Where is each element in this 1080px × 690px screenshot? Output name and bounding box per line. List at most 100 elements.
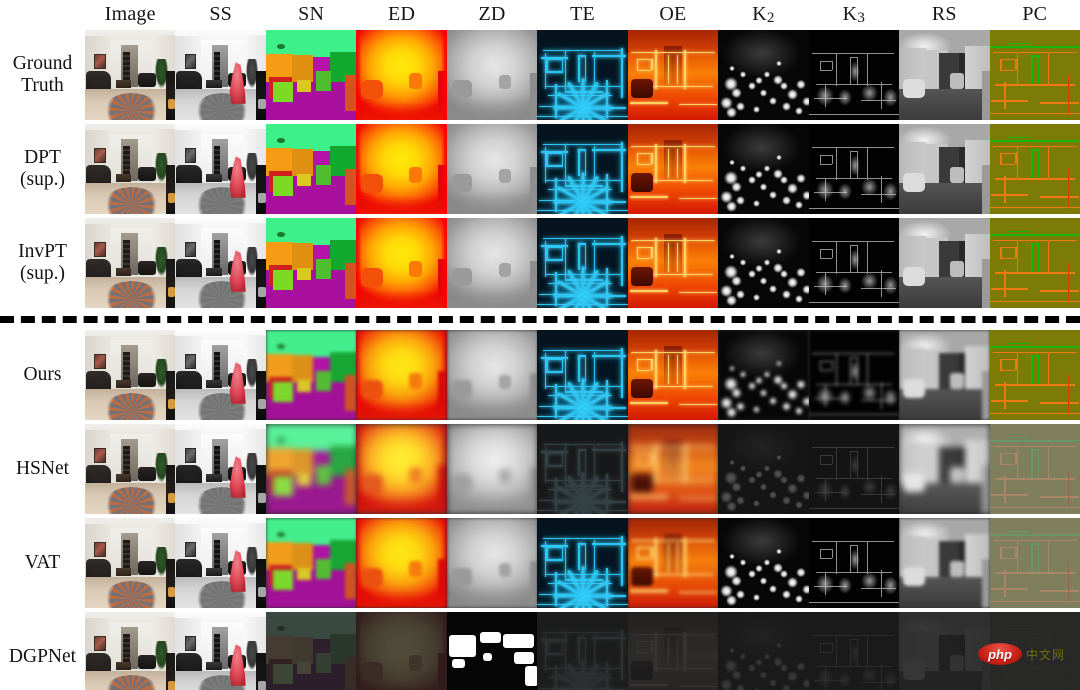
cell-invpt-pc [989, 218, 1080, 308]
cell-hsnet-sn [265, 424, 357, 514]
cell-invpt-ed [356, 218, 448, 308]
row-label-line: DGPNet [8, 646, 77, 667]
cell-hsnet-image [85, 424, 176, 514]
cell-hsnet-oe [627, 424, 719, 514]
cell-invpt-k3 [808, 218, 900, 308]
cell-invpt-k2 [718, 218, 810, 308]
column-header-label: SN [298, 3, 325, 25]
column-header-ss: SS [175, 1, 265, 27]
cell-ours-zd [446, 330, 538, 420]
cell-hsnet-rs [899, 424, 991, 514]
cell-dgpnet-sn [265, 612, 357, 690]
cell-dpt-sn [265, 124, 357, 214]
cell-ours-te [537, 330, 629, 420]
cell-ours-ss [175, 330, 267, 420]
cell-ours-ed [356, 330, 448, 420]
cell-hsnet-k2 [718, 424, 810, 514]
column-header-label: ED [388, 3, 416, 25]
cell-dpt-pc [989, 124, 1080, 214]
cell-dpt-zd [446, 124, 538, 214]
cell-dpt-ss [175, 124, 267, 214]
cell-invpt-zd [446, 218, 538, 308]
cell-vat-k2 [718, 518, 810, 608]
cell-dpt-ed [356, 124, 448, 214]
column-header-label: TE [570, 3, 595, 25]
cell-ours-image [85, 330, 176, 420]
cell-ours-oe [627, 330, 719, 420]
cell-dgpnet-oe [627, 612, 719, 690]
cell-gt-oe [627, 30, 719, 120]
cell-hsnet-pc [989, 424, 1080, 514]
cell-invpt-ss [175, 218, 267, 308]
cell-ours-rs [899, 330, 991, 420]
cell-dgpnet-te [537, 612, 629, 690]
column-header-label: OE [659, 3, 687, 25]
cell-invpt-te [537, 218, 629, 308]
row-label-line: InvPT [18, 241, 67, 262]
cell-vat-zd [446, 518, 538, 608]
cell-dgpnet-k2 [718, 612, 810, 690]
cell-dpt-k3 [808, 124, 900, 214]
cell-ours-pc [989, 330, 1080, 420]
cell-dgpnet-zd [446, 612, 538, 690]
cell-dgpnet-ed [356, 612, 448, 690]
cell-gt-k3 [808, 30, 900, 120]
row-label-line: HSNet [15, 458, 70, 479]
column-header-label: PC [1022, 3, 1048, 25]
column-header-ed: ED [356, 1, 446, 27]
cell-vat-oe [627, 518, 719, 608]
figure-panel: Image SS SN ED ZD TE OE K2 K3 RS PC Ground Truth DPT… [0, 0, 1080, 690]
cell-vat-te [537, 518, 629, 608]
method-group-separator [0, 316, 1080, 323]
cell-gt-sn [265, 30, 357, 120]
row-label-invpt: InvPT (sup.) [0, 218, 85, 308]
cell-dgpnet-image [85, 612, 176, 690]
row-label-ours: Ours [0, 330, 85, 420]
column-header-subscript: 2 [766, 10, 775, 26]
column-header-label: K [752, 3, 767, 25]
cell-invpt-rs [899, 218, 991, 308]
row-label-dpt: DPT (sup.) [0, 124, 85, 214]
cell-hsnet-zd [446, 424, 538, 514]
cell-ours-k3 [808, 330, 900, 420]
cell-dgpnet-rs [899, 612, 991, 690]
column-header-label: SS [209, 3, 232, 25]
cell-dgpnet-pc [989, 612, 1080, 690]
cell-gt-ss [175, 30, 267, 120]
column-header-rs: RS [899, 1, 989, 27]
row-label-vat: VAT [0, 518, 85, 608]
row-label-gt: Ground Truth [0, 30, 85, 120]
column-header-label: RS [931, 3, 957, 25]
cell-dpt-te [537, 124, 629, 214]
cell-dpt-rs [899, 124, 991, 214]
column-header-k2: K2 [718, 1, 808, 27]
cell-vat-ed [356, 518, 448, 608]
cell-invpt-image [85, 218, 176, 308]
row-label-line: Truth [21, 75, 64, 96]
column-header-label: Image [104, 3, 156, 25]
row-label-line: Ours [23, 364, 62, 385]
column-header-label: ZD [478, 3, 506, 25]
column-header-k3: K3 [809, 1, 899, 27]
cell-ours-sn [265, 330, 357, 420]
cell-gt-k2 [718, 30, 810, 120]
cell-gt-rs [899, 30, 991, 120]
cell-hsnet-ss [175, 424, 267, 514]
cell-hsnet-ed [356, 424, 448, 514]
cell-hsnet-te [537, 424, 629, 514]
column-header-zd: ZD [447, 1, 537, 27]
cell-gt-te [537, 30, 629, 120]
column-header-label: K [842, 3, 858, 25]
cell-dgpnet-ss [175, 612, 267, 690]
row-label-line: DPT [24, 147, 61, 168]
row-label-dgpnet: DGPNet [0, 612, 85, 690]
column-header-te: TE [537, 1, 627, 27]
row-label-line: (sup.) [20, 169, 65, 190]
cell-vat-image [85, 518, 176, 608]
row-label-hsnet: HSNet [0, 424, 85, 514]
column-header-image: Image [85, 1, 175, 27]
cell-gt-pc [989, 30, 1080, 120]
row-label-line: Ground [12, 53, 73, 74]
cell-ours-k2 [718, 330, 810, 420]
column-header-pc: PC [990, 1, 1080, 27]
